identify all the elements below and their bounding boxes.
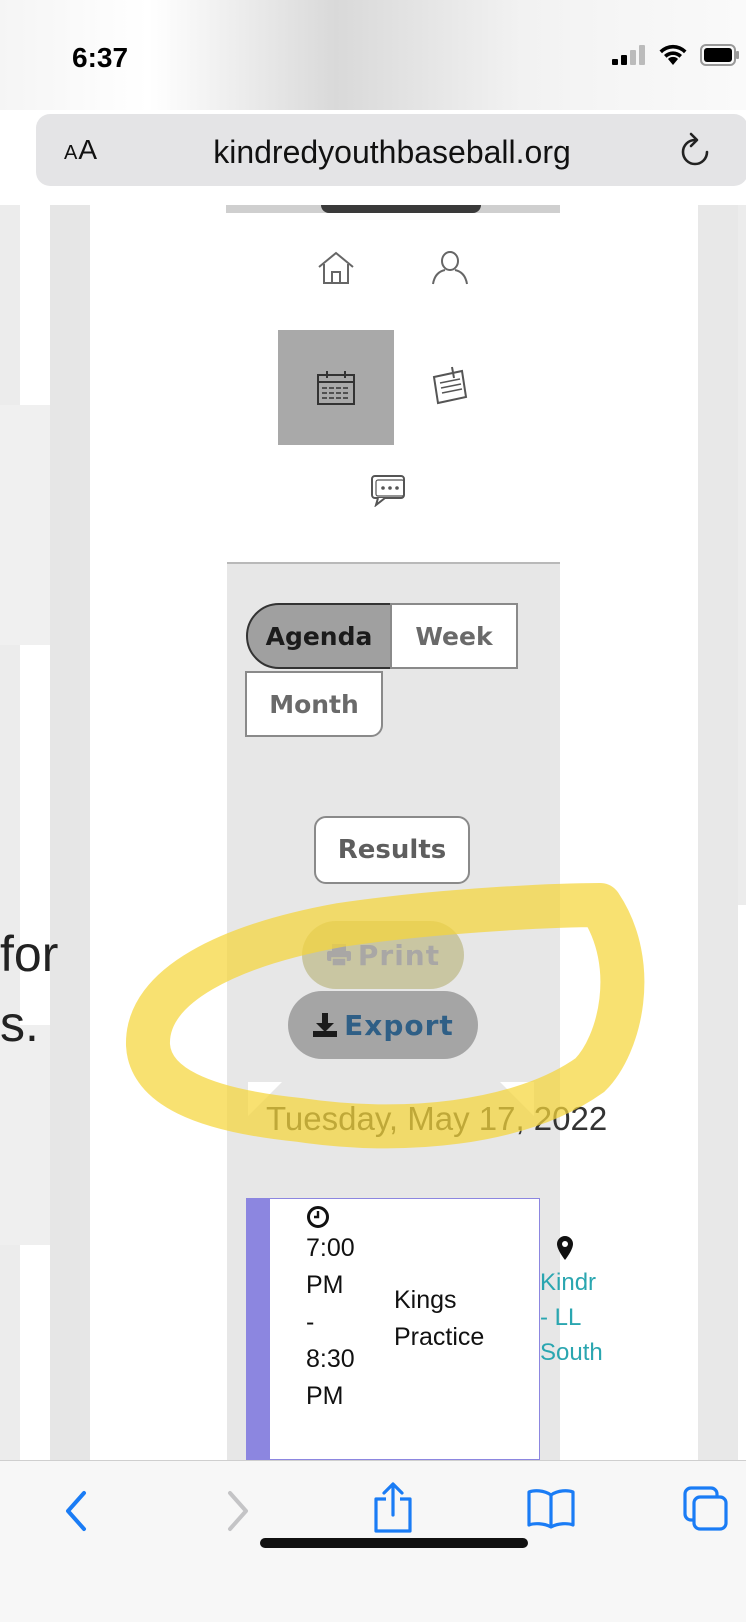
status-time: 6:37 — [72, 42, 129, 73]
share-icon[interactable] — [372, 1481, 414, 1535]
event-title[interactable]: Kings Practice — [394, 1282, 504, 1356]
print-button[interactable]: Print — [302, 921, 464, 989]
event-time-line: 7:00 — [306, 1234, 355, 1262]
background-column — [698, 205, 738, 1460]
messages-nav[interactable] — [362, 465, 418, 515]
printer-icon — [326, 944, 351, 967]
content-clip — [626, 1217, 698, 1460]
address-bar[interactable]: AA kindredyouthbaseball.org — [36, 114, 746, 186]
hero-image-edge — [226, 205, 560, 213]
background-text: s. — [0, 996, 39, 1052]
tabs-icon[interactable] — [682, 1485, 730, 1533]
home-indicator[interactable] — [260, 1538, 528, 1548]
notes-nav[interactable] — [420, 355, 480, 415]
background-swoosh — [0, 1025, 50, 1245]
month-view-button[interactable]: Month — [245, 671, 383, 737]
event-title-line: Kings — [394, 1286, 457, 1314]
background-left — [0, 205, 20, 1460]
event-time: 7:00 PM - 8:30 PM — [306, 1230, 376, 1415]
week-view-button[interactable]: Week — [390, 603, 518, 669]
clock-icon — [307, 1206, 329, 1228]
event-time-line: 8:30 — [306, 1345, 355, 1373]
export-button[interactable]: Export — [288, 991, 478, 1059]
event-title-line: Practice — [394, 1323, 485, 1351]
bookmarks-icon[interactable] — [526, 1487, 576, 1529]
calendar-nav[interactable] — [278, 330, 394, 445]
wifi-icon — [659, 44, 687, 65]
export-label: Export — [344, 1008, 454, 1042]
calendar-icon — [317, 370, 355, 405]
event-time-line: - — [306, 1308, 315, 1336]
date-heading: Tuesday, May 17, 2022 — [266, 1100, 608, 1137]
location-pin-icon — [557, 1236, 573, 1260]
background-edge — [738, 205, 746, 905]
results-button[interactable]: Results — [314, 816, 470, 884]
user-icon — [432, 251, 468, 285]
reload-icon[interactable] — [678, 132, 712, 168]
print-label: Print — [357, 938, 441, 972]
agenda-view-button[interactable]: Agenda — [246, 603, 392, 669]
event-accent-bar — [246, 1198, 270, 1460]
url-text[interactable]: kindredyouthbaseball.org — [36, 134, 746, 171]
background-swoosh — [0, 405, 50, 645]
signal-icon — [612, 45, 645, 65]
download-icon — [313, 1013, 338, 1037]
web-content: for s. Agenda Week Month Results Print E… — [0, 205, 746, 1460]
event-time-line: PM — [306, 1382, 344, 1410]
home-icon — [318, 251, 354, 284]
background-text: for — [0, 926, 59, 982]
profile-nav[interactable] — [420, 241, 480, 295]
forward-icon[interactable] — [222, 1489, 252, 1533]
battery-icon — [700, 44, 739, 66]
back-icon[interactable] — [62, 1489, 92, 1533]
chat-icon — [371, 475, 405, 507]
status-icons — [612, 44, 740, 66]
event-time-line: PM — [306, 1271, 344, 1299]
background-column — [50, 205, 90, 1460]
notepad-icon — [432, 366, 468, 405]
home-nav[interactable] — [306, 243, 366, 293]
status-bar: 6:37 — [0, 0, 746, 110]
